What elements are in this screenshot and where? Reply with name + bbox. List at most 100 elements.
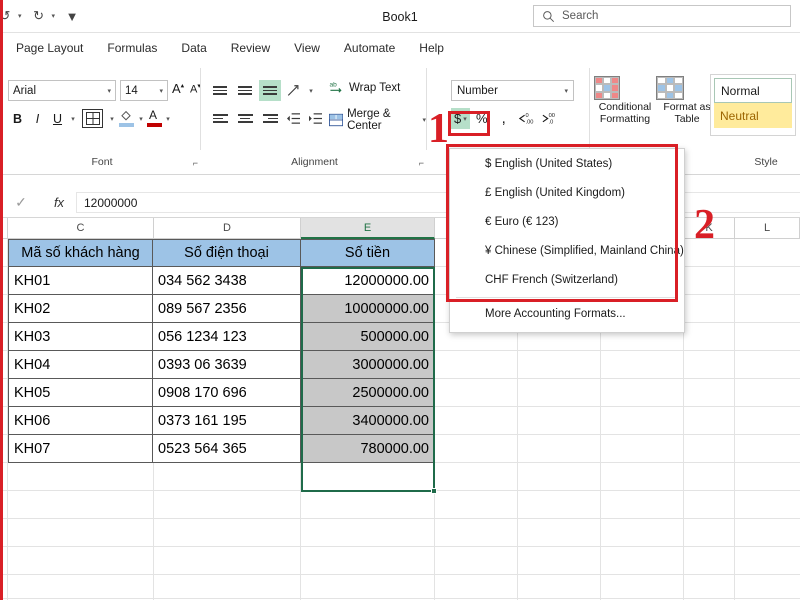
align-right-button[interactable] [259,108,281,129]
menu-item-usd[interactable]: $ English (United States) [450,149,684,178]
annotation-left-edge [0,0,3,600]
cell-phone[interactable]: 0523 564 365 [153,435,301,463]
number-format-combobox[interactable]: Number ▾ [451,80,574,101]
chevron-down-icon: ▾ [159,87,163,95]
increase-indent-button[interactable] [306,108,325,129]
data-table: Mã số khách hàng Số điện thoại Số tiền K… [8,239,435,463]
cell-phone[interactable]: 0373 161 195 [153,407,301,435]
underline-button[interactable]: U [48,108,67,129]
fill-color-dropdown-icon[interactable]: ▾ [136,108,146,129]
cell-phone[interactable]: 089 567 2356 [153,295,301,323]
cell-amount[interactable]: 500000.00 [301,323,435,351]
cell-amount[interactable]: 10000000.00 [301,295,435,323]
search-placeholder: Search [562,10,598,22]
tab-formulas[interactable]: Formulas [107,41,157,55]
insert-function-icon[interactable]: fx [42,195,76,210]
cell-code[interactable]: KH03 [8,323,153,351]
cell-amount[interactable]: 12000000.00 [301,267,435,295]
column-header-d[interactable]: D [154,218,301,239]
conditional-formatting-button[interactable]: Conditional Formatting [594,76,656,125]
table-row[interactable]: KH03 056 1234 123 500000.00 [8,323,435,351]
decrease-indent-button[interactable] [284,108,303,129]
align-center-button[interactable] [234,108,256,129]
format-as-table-button[interactable]: Format as Table [656,76,718,125]
increase-decimal-button[interactable]: 0 .00 [516,108,538,129]
cell-code[interactable]: KH04 [8,351,153,379]
increase-font-size-icon[interactable]: A▴ [172,81,184,96]
accounting-dropdown-icon[interactable]: ▾ [463,115,467,123]
cell-phone[interactable]: 034 562 3438 [153,267,301,295]
italic-button[interactable]: I [28,108,47,129]
styles-group-label: Style [736,156,796,168]
align-top-button[interactable] [209,80,231,101]
svg-text:00: 00 [549,113,555,119]
font-size-combobox[interactable]: 14 ▾ [120,80,168,101]
percent-style-button[interactable]: % [472,108,492,129]
comma-style-button[interactable]: , [494,108,514,129]
accounting-format-menu: $ English (United States) £ English (Uni… [449,148,685,333]
search-input[interactable]: Search [533,5,791,27]
table-row[interactable]: KH06 0373 161 195 3400000.00 [8,407,435,435]
cell-amount[interactable]: 780000.00 [301,435,435,463]
table-row[interactable]: KH07 0523 564 365 780000.00 [8,435,435,463]
menu-item-cny[interactable]: ¥ Chinese (Simplified, Mainland China) [450,236,684,265]
menu-item-eur[interactable]: € Euro (€ 123) [450,207,684,236]
cell-code[interactable]: KH05 [8,379,153,407]
cell-style-neutral[interactable]: Neutral [714,103,792,128]
orientation-button[interactable] [284,80,303,101]
table-row[interactable]: KH01 034 562 3438 12000000.00 [8,267,435,295]
decrease-decimal-button[interactable]: 00 .0 [540,108,562,129]
annotation-number-1: 1 [428,108,449,150]
cell-phone[interactable]: 056 1234 123 [153,323,301,351]
align-bottom-button[interactable] [259,80,281,101]
cell-code[interactable]: KH06 [8,407,153,435]
column-header-c[interactable]: C [8,218,154,239]
accounting-format-button[interactable]: $ ▾ [451,108,470,129]
tab-help[interactable]: Help [419,41,444,55]
underline-dropdown-icon[interactable]: ▾ [68,108,78,129]
cell-code[interactable]: KH01 [8,267,153,295]
tab-data[interactable]: Data [181,41,206,55]
font-color-button[interactable]: A [147,109,162,128]
font-dialog-launcher-icon[interactable]: ⌐ [193,158,198,168]
column-header-e[interactable]: E [301,218,435,239]
font-name-combobox[interactable]: Arial ▾ [8,80,116,101]
menu-item-gbp[interactable]: £ English (United Kingdom) [450,178,684,207]
alignment-dialog-launcher-icon[interactable]: ⌐ [419,158,424,168]
bold-button[interactable]: B [8,108,27,129]
wrap-text-button[interactable]: ab Wrap Text [329,80,400,95]
cell-amount[interactable]: 2500000.00 [301,379,435,407]
paint-bucket-icon [119,110,133,123]
cell-amount[interactable]: 3000000.00 [301,351,435,379]
wrap-text-icon: ab [329,80,345,95]
confirm-entry-icon[interactable]: ✓ [0,194,42,211]
increase-indent-icon [308,112,323,125]
table-row[interactable]: KH05 0908 170 696 2500000.00 [8,379,435,407]
formula-input[interactable]: 12000000 [76,192,800,213]
orientation-icon [286,84,301,98]
orientation-dropdown-icon[interactable]: ▾ [306,80,316,101]
table-row[interactable]: KH04 0393 06 3639 3000000.00 [8,351,435,379]
cell-code[interactable]: KH07 [8,435,153,463]
svg-text:ab: ab [330,82,338,89]
fill-color-button[interactable] [118,109,135,128]
align-middle-button[interactable] [234,80,256,101]
cell-code[interactable]: KH02 [8,295,153,323]
font-color-dropdown-icon[interactable]: ▾ [163,108,173,129]
cell-phone[interactable]: 0908 170 696 [153,379,301,407]
tab-view[interactable]: View [294,41,320,55]
tab-automate[interactable]: Automate [344,41,395,55]
merge-center-button[interactable]: Merge & Center ▾ [329,108,426,132]
column-header-l[interactable]: L [735,218,800,239]
borders-dropdown-icon[interactable]: ▾ [107,108,117,129]
table-row[interactable]: KH02 089 567 2356 10000000.00 [8,295,435,323]
menu-item-more-formats[interactable]: More Accounting Formats... [450,301,684,327]
align-left-button[interactable] [209,108,231,129]
cell-amount[interactable]: 3400000.00 [301,407,435,435]
borders-button[interactable] [82,109,103,128]
tab-review[interactable]: Review [231,41,270,55]
cell-style-normal[interactable]: Normal [714,78,792,103]
cell-phone[interactable]: 0393 06 3639 [153,351,301,379]
tab-page-layout[interactable]: Page Layout [16,41,83,55]
menu-item-chf[interactable]: CHF French (Switzerland) [450,265,684,294]
